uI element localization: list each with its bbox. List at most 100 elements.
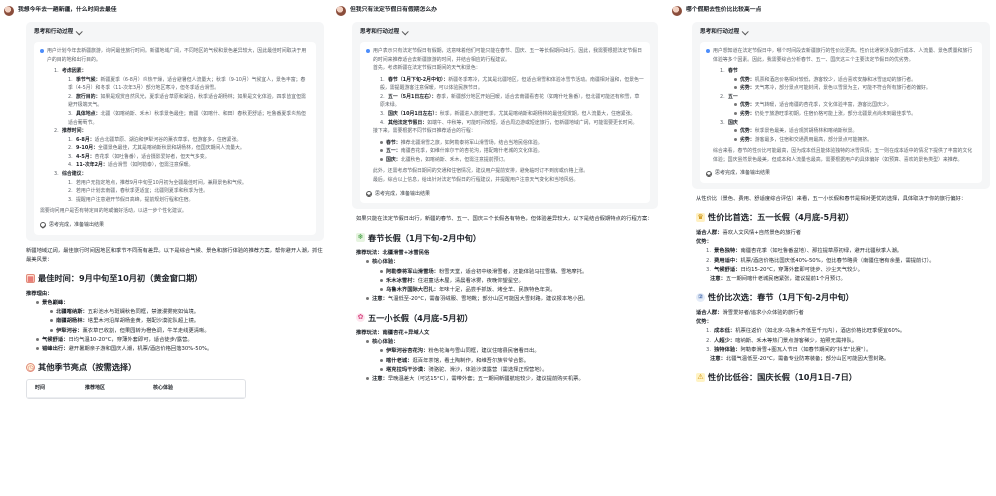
thinking-content: 用户计划今年去新疆旅游，询问最佳旅行时间。新疆地域广阔，不同地区的气候和景色差异… <box>34 41 316 235</box>
answer-content: 新疆地域辽阔，最佳旅行时间因地区和季节不同而有差异。以下是综合气候、景色和旅行体… <box>0 241 330 399</box>
thinking-intro: 用户计划今年去新疆旅游，询问最佳旅行时间。新疆地域广阔，不同地区的气候和景色差异… <box>47 47 307 63</box>
may-item: 伊犁河谷杏花沟：粉色花海与雪山同框，建议住喀县民宿看日出。 <box>380 347 660 356</box>
bullet-icon <box>734 77 737 81</box>
item-label: 9-10月： <box>76 145 99 152</box>
item-label: 人超少： <box>714 337 736 344</box>
holiday-title: 春节 <box>728 68 738 75</box>
answer-intro: 新疆地域辽阔，最佳旅行时间因地区和季节不同而有差异。以下是综合气候、景色和旅行体… <box>26 247 323 263</box>
item-number: 2. <box>68 145 73 152</box>
recommend-value: 南疆杏花+异域人文 <box>382 329 430 336</box>
core-label: 核心体验： <box>372 259 399 266</box>
core-label: 核心体验： <box>372 339 399 346</box>
thought-bullet-icon <box>706 49 710 54</box>
first-item: 1. 景色独特：南疆杏花季（如吐鲁番盆地）、那拉提草原初绿，避开北疆秋季人潮。 <box>706 247 992 256</box>
bullet-icon <box>380 157 383 161</box>
holiday-heading: 1. 春节 <box>720 67 976 76</box>
note-label: 注意： <box>710 276 726 283</box>
item-text: 仍处于旅游旺季初期，住宿价格可能上涨，部分北疆景点尚未到最佳季节。 <box>754 110 917 117</box>
holiday-analysis: 1. 春节 优势：机票和酒店价格相对较低，游客较少，适合喜欢安静和冰雪运动的旅行者。… <box>706 67 976 144</box>
spring-item: 乌鲁木齐国际大巴扎：年味十足，品尝手抓饭、烤全羊、民族特色年货。 <box>380 286 660 295</box>
item-number: 2. <box>54 128 59 135</box>
heading-other-seasons-text: 其他季节亮点（按需选择） <box>38 362 137 373</box>
section-item: 1. 季节气候：新疆夏季（6-8月）炎热干燥，适合避暑但人流量大；秋季（9-10月… <box>68 76 310 93</box>
item-label: 南疆胡杨林： <box>56 318 88 325</box>
holiday-title: 五一 <box>728 93 738 100</box>
item-label: 禾木冰雪村： <box>386 277 418 284</box>
thinking-line: 最后，综合以上信息，给出针对法定节假日的行程建议，并提醒用户注意天气变化和当地风… <box>373 177 579 184</box>
item-label: 6-8月： <box>76 136 95 143</box>
thinking-panel-toggle[interactable]: 思考和行动过程 <box>360 28 650 37</box>
item-text: 若用户计划去南疆，春秋季更适宜；北疆则夏季和秋季为佳。 <box>76 188 209 195</box>
item-text: 若用户无指定地点，推荐9月中旬至10月初为全疆最佳时间，兼顾景色和气候。 <box>76 179 247 186</box>
spring-item: 禾木冰雪村：住进童话木屋，清晨看冰雾，夜晚仰望星空。 <box>380 277 660 286</box>
user-question: 但我只有法定节假日有假期怎么办 <box>350 7 437 14</box>
bullet-icon <box>734 137 737 141</box>
conversation-column-3: 哪个假期去性价比比较高一点 思考和行动过程 用户想知道在法定节假日中，哪个时间段… <box>668 0 996 496</box>
holiday-heading: 3. 国庆 <box>720 119 976 128</box>
note-text: 气温低至-20°C，需备羽绒服、雪地靴；部分山区可能因大雪封路，建议报本地小团。 <box>387 296 589 303</box>
second-items: 1. 成本低：机票往返价（如北京-乌鲁木齐低至千元内），酒店价格比旺季便宜60%。… <box>696 327 992 355</box>
done-label: 思考完成，准备输出结果 <box>715 170 771 177</box>
item-label: 气候舒适： <box>42 336 69 343</box>
plan-list: 春节：推荐北疆滑雪之旅，如阿勒泰将军山滑雪场，结合当地民俗体验。 五一：南疆杏花季… <box>366 139 644 165</box>
note-label: 注意： <box>710 356 726 363</box>
second-item: 2. 人超少：喀纳斯、禾木等热门景点游客稀少，拍照无需排队。 <box>706 337 992 346</box>
item-label: 景色巅峰： <box>42 299 69 306</box>
thinking-done-status: 思考完成，准备输出结果 <box>40 221 310 230</box>
note-text: 早晚温差大（可达15°C），需带外套；五一期间新疆航班较少，建议提前购买机票。 <box>387 376 584 383</box>
first-fit: 适合人群：喜欢人文风情+自然景色的旅行者 <box>696 229 992 238</box>
thinking-panel-toggle[interactable]: 思考和行动过程 <box>700 28 982 37</box>
item-text: 逛百年茶馆，看土陶制作，和维吾尔族爷爷合影。 <box>412 357 530 364</box>
reason-subitem: 南疆胡杨林：塔里木河沿岸胡杨金黄，搭配沙漠驼队超上镜。 <box>50 317 326 326</box>
holiday-item: 3. 国庆（10月1日左右）：秋季，新疆进入旅游旺季，尤其是喀纳斯和胡杨林的最佳观… <box>380 110 644 119</box>
heading-may-text: 五一小长假（4月底-5月初） <box>368 312 473 323</box>
section-items: 1. 6-8月：适合北疆草原、湖泊和伊犁河谷的薰衣草季，但游客多，住宿紧张。 2. 9… <box>54 136 310 170</box>
item-number: 1. <box>380 76 385 83</box>
item-number: 1. <box>68 136 73 143</box>
item-number: 3. <box>68 110 73 117</box>
reason-item: 气候舒适：日均气温10-20°C，穿薄外套即可，适合徒步/露营。 <box>36 336 326 345</box>
item-label: 五一： <box>386 148 401 155</box>
item-number: 3. <box>68 196 73 203</box>
may-items: 伊犁河谷杏花沟：粉色花海与雪山同框，建议住喀县民宿看日出。 喀什老城：逛百年茶馆，… <box>366 347 660 375</box>
item-label: 优势： <box>740 76 755 83</box>
item-text: 机票往返价（如北京-乌鲁木齐低至千元内），酒店价格比旺季便宜60%。 <box>735 328 906 335</box>
item-text: 天气转暖，适合南疆的杏花季，文化体验丰富，游客比国庆少。 <box>754 102 892 109</box>
table-header-time: 时间 <box>35 384 46 391</box>
reason-item: 景色巅峰： <box>36 299 326 308</box>
thinking-done-status: 思考完成，准备输出结果 <box>366 190 644 199</box>
thought-bullet-icon <box>366 49 370 54</box>
table-header-row: 时间 推荐地区 核心体验 <box>27 380 245 398</box>
first-note: 注意：五一期间喀什老城民宿紧张，建议提前1个月预订。 <box>696 275 992 284</box>
holiday-points: 优势：机票和酒店价格相对较低，游客较少，适合喜欢安静和冰雪运动的旅行者。 劣势：天… <box>720 76 976 93</box>
item-text: 避开暑期亲子游和国庆人潮，机票/酒店价格回落30%-50%。 <box>68 346 213 353</box>
section-item: 3. 具体地点：北疆（如喀纳斯、禾木）秋季景色最佳；南疆（如喀什、和田）春秋更舒适… <box>68 110 310 127</box>
item-number: 3. <box>720 119 725 126</box>
item-text: 适合北疆草原、湖泊和伊犁河谷的薰衣草季，但游客多，住宿紧张。 <box>94 136 242 143</box>
item-text: 秋季，新疆进入旅游旺季，尤其是喀纳斯和胡杨林的最佳观赏期，但人流量大，住宿紧张。 <box>439 110 636 117</box>
heading-first-choice: ♛ 性价比首选：五一长假（4月底-5月初） <box>696 210 992 224</box>
item-number: 2. <box>720 93 725 100</box>
item-number: 1. <box>68 76 73 83</box>
chevron-up-icon <box>401 28 409 36</box>
thinking-outro: 需要询问用户是否有特定目的地或偏好活动，以进一步个性化建议。 <box>40 208 187 215</box>
item-number: 2. <box>380 93 385 100</box>
conversation-column-2: 但我只有法定节假日有假期怎么办 思考和行动过程 用户表示只有法定节假日有假期，这… <box>332 0 664 496</box>
thinking-done-status: 思考完成，准备输出结果 <box>706 169 976 178</box>
user-question-row: 我想今年去一趟新疆，什么时间去最佳 <box>0 0 330 22</box>
user-question-row: 哪个假期去性价比比较高一点 <box>668 0 996 22</box>
heading-third-choice-text: 性价比低谷：国庆长假（10月1日-7日） <box>708 372 857 383</box>
section-item: 2. 旅行目的：如果是观赏自然风光，夏季适合草原和湖泊，秋季适合胡杨林；如果是文化… <box>68 93 310 110</box>
first-item: 2. 费用适中：机票/酒店价格比国庆低40%-50%，但比春节略贵（南疆住宿有余量… <box>706 257 992 266</box>
user-question: 我想今年去一趟新疆，什么时间去最佳 <box>18 7 117 14</box>
thinking-panel-title: 思考和行动过程 <box>34 29 74 35</box>
holiday-point: 优势：秋季景色最美，适合观赏胡杨林和喀纳斯秋景。 <box>734 127 976 136</box>
check-circle-icon <box>366 190 372 197</box>
heading-may: ✿ 五一小长假（4月底-5月初） <box>356 311 660 325</box>
bullet-icon <box>50 328 53 332</box>
holiday-title: 国庆 <box>728 119 738 126</box>
item-text: 提醒用户注意避开节假日高峰，提前规划行程和住宿。 <box>76 196 194 203</box>
item-number: 4. <box>68 162 73 169</box>
thinking-panel-toggle[interactable]: 思考和行动过程 <box>34 28 316 37</box>
recommend-value: 北疆滑雪+冰雪民俗 <box>382 249 430 256</box>
